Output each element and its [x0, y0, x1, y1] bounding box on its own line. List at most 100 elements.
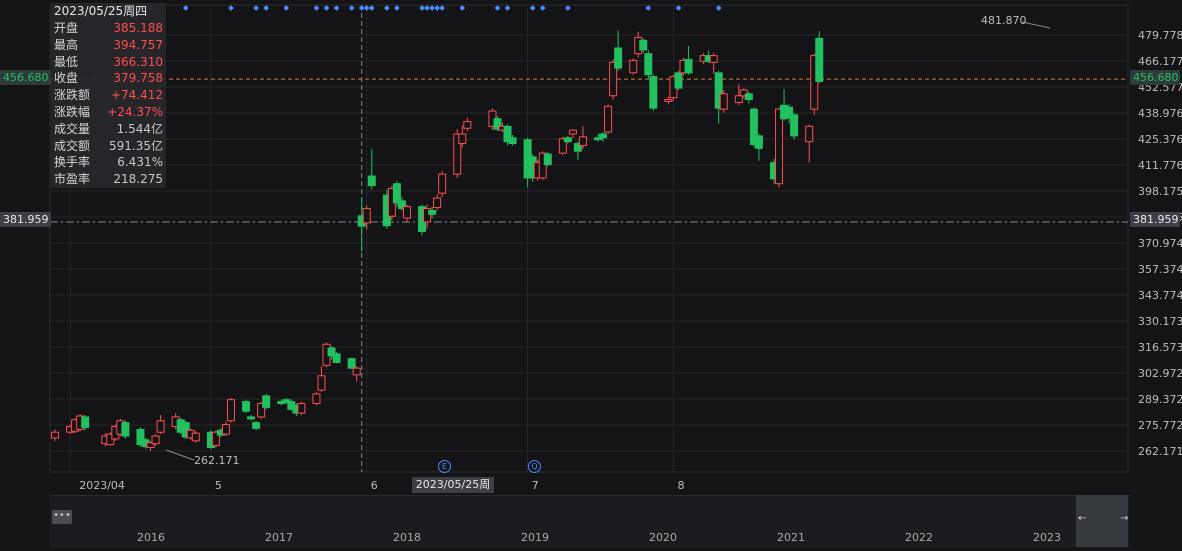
y-tick-label: 262.171 [1138, 445, 1182, 458]
navigator-right-arrow-icon[interactable]: → [1120, 513, 1128, 524]
event-dot [439, 5, 445, 11]
info-row: 市盈率 218.275 [51, 171, 166, 188]
candle-body [352, 367, 361, 376]
y-tick-label: 411.776 [1138, 159, 1182, 172]
x-tick-label: 5 [215, 479, 222, 492]
candle-body [508, 137, 517, 145]
y-tick-label: 357.374 [1138, 263, 1182, 276]
candle-body [312, 393, 321, 405]
candle-body [734, 95, 743, 103]
navigator-year-label: 2019 [521, 531, 549, 544]
event-dot [263, 5, 270, 11]
info-row: 涨跌额 +74.412 [51, 87, 166, 104]
crosshair-price-tag-right: 381.959 [1130, 212, 1180, 227]
candle-body [347, 358, 356, 369]
candle-body [578, 136, 587, 146]
crosshair-price-tag-left: 381.959 [0, 212, 51, 227]
candle-body [639, 39, 648, 51]
candle-body [805, 125, 814, 143]
candle-body [51, 431, 59, 439]
info-row: 涨跌幅 +24.37% [51, 104, 166, 121]
candle-body [629, 59, 638, 74]
candle-body [247, 416, 256, 420]
plot-frame [49, 4, 1129, 473]
info-value: 366.310 [113, 54, 163, 69]
event-dot [368, 5, 375, 11]
info-value: 385.188 [113, 21, 163, 35]
y-tick-label: 466.177 [1138, 55, 1182, 68]
navigator-drag-handle[interactable]: ••• [52, 510, 72, 524]
info-row: 成交量 1.544亿 [51, 121, 166, 138]
earnings-event-icon[interactable]: E [438, 460, 451, 473]
candle-body [297, 403, 306, 414]
candle-body [191, 432, 200, 442]
info-row: 最低 366.310 [51, 54, 166, 71]
candle-body [362, 208, 371, 224]
crosshair-date-tag: 2023/05/25周四 [412, 477, 494, 507]
info-row: 收盘 379.758 [51, 70, 166, 87]
event-dot [419, 5, 425, 11]
info-row: 换手率 6.431% [51, 154, 166, 171]
info-key: 收盘 [54, 71, 79, 86]
x-tick-label: 6 [371, 479, 378, 492]
y-tick-label: 289.372 [1138, 393, 1182, 406]
info-value: +74.412 [110, 88, 163, 103]
y-tick-label: 479.778 [1138, 29, 1182, 42]
event-dot [394, 5, 400, 11]
y-tick-label: 438.976 [1138, 107, 1182, 120]
candle-body [709, 55, 718, 63]
candle-body [719, 93, 728, 110]
navigator-year-label: 2016 [137, 531, 165, 544]
info-row: 最高 394.757 [51, 37, 166, 54]
info-key: 换手率 [54, 155, 91, 170]
candle-body [644, 53, 653, 76]
candlestick-chart[interactable]: 479.778466.177452.577438.976425.376411.7… [0, 0, 1182, 551]
candle-body [614, 47, 623, 69]
event-dot [182, 5, 189, 11]
candle-body [664, 99, 673, 102]
navigator-year-label: 2023 [1033, 531, 1061, 544]
ohlc-info-panel: 2023/05/25周四 开盘 385.188 最高 394.757 最低 366.310… [51, 3, 166, 188]
candle-body [775, 108, 784, 185]
navigator-left-arrow-icon[interactable]: ← [1078, 513, 1086, 524]
y-tick-label: 343.774 [1138, 289, 1182, 302]
quarterly-event-icon[interactable]: Q [528, 460, 541, 473]
candle-body [402, 206, 411, 219]
candle-body [649, 76, 658, 109]
event-dot [253, 5, 259, 11]
event-dot [424, 5, 430, 11]
y-tick-label: 302.972 [1138, 367, 1182, 380]
event-dot [434, 5, 440, 11]
min-price-label: 262.171 [194, 454, 240, 467]
candle-body [221, 424, 230, 435]
range-navigator[interactable] [50, 495, 1130, 548]
y-tick-label: 316.573 [1138, 341, 1182, 354]
event-dot [645, 5, 652, 11]
info-row: 成交额 591.35亿 [51, 138, 166, 155]
info-key: 开盘 [54, 21, 79, 35]
max-price-label: 481.870 [981, 14, 1027, 27]
info-value: 591.35亿 [109, 138, 163, 153]
info-value: 1.544亿 [116, 121, 163, 136]
event-dot [539, 5, 546, 11]
stock-chart-window[interactable]: 479.778 466.177 452.577 438.976 425.376 411.7… [0, 0, 1182, 551]
current-price-tag-left: 456.680 [0, 70, 51, 85]
candle-body [790, 114, 799, 137]
info-key: 成交量 [54, 121, 91, 136]
candle-body [252, 422, 261, 429]
info-value: 6.431% [117, 155, 163, 170]
event-dot [348, 5, 355, 11]
event-dot [459, 5, 466, 11]
candle-body [121, 422, 130, 437]
info-key: 成交额 [54, 138, 91, 153]
y-tick-label: 425.376 [1138, 133, 1182, 146]
event-dot [494, 5, 501, 11]
event-dot [529, 5, 536, 11]
candle-body [674, 72, 683, 89]
info-key: 涨跌额 [54, 88, 91, 103]
event-dot [363, 5, 370, 11]
event-dot [715, 5, 722, 11]
current-price-tag-right: 456.680 [1130, 70, 1180, 85]
event-dot [333, 5, 340, 11]
x-tick-label: 8 [677, 479, 684, 492]
